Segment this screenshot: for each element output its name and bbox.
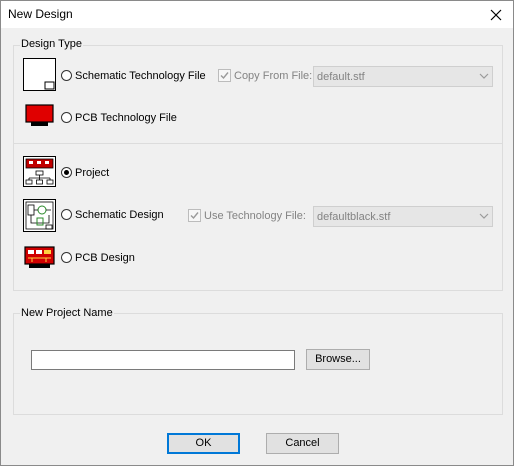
pcb-design-icon (24, 246, 55, 268)
use-technology-file-select[interactable]: defaultblack.stf (313, 206, 493, 227)
project-name-input[interactable] (31, 350, 295, 370)
use-technology-file-value: defaultblack.stf (317, 211, 391, 223)
close-icon (490, 9, 502, 21)
pcb-tech-file-label[interactable]: PCB Technology File (75, 112, 177, 124)
checkmark-icon (220, 72, 229, 80)
pcb-design-radio[interactable] (61, 252, 72, 263)
copy-from-file-label: Copy From File: (234, 70, 313, 82)
browse-button[interactable]: Browse... (306, 349, 370, 370)
checkmark-icon (190, 212, 199, 220)
new-design-dialog: New Design Design Type Schematic Technol… (0, 0, 514, 466)
schematic-tech-file-label[interactable]: Schematic Technology File (75, 70, 206, 82)
project-radio[interactable] (61, 167, 72, 178)
schematic-design-label[interactable]: Schematic Design (75, 209, 164, 221)
schematic-design-icon (23, 199, 56, 232)
schematic-design-radio[interactable] (61, 209, 72, 220)
schematic-tech-file-icon (23, 58, 56, 91)
cancel-button[interactable]: Cancel (266, 433, 339, 454)
project-icon (23, 156, 56, 187)
copy-from-file-checkbox[interactable] (218, 69, 231, 82)
chevron-down-icon (479, 213, 489, 219)
new-project-name-label: New Project Name (20, 307, 114, 319)
copy-from-file-value: default.stf (317, 71, 365, 83)
pcb-tech-file-radio[interactable] (61, 112, 72, 123)
design-type-label: Design Type (20, 38, 83, 50)
dialog-title: New Design (8, 7, 73, 21)
project-label[interactable]: Project (75, 167, 109, 179)
title-bar: New Design (1, 1, 513, 28)
use-technology-file-checkbox[interactable] (188, 209, 201, 222)
schematic-tech-file-radio[interactable] (61, 70, 72, 81)
pcb-tech-file-icon (25, 104, 54, 126)
chevron-down-icon (479, 73, 489, 79)
design-type-divider (14, 143, 502, 144)
pcb-design-label[interactable]: PCB Design (75, 252, 135, 264)
ok-button[interactable]: OK (167, 433, 240, 454)
close-button[interactable] (481, 4, 511, 26)
copy-from-file-select[interactable]: default.stf (313, 66, 493, 87)
use-technology-file-label: Use Technology File: (204, 210, 306, 222)
